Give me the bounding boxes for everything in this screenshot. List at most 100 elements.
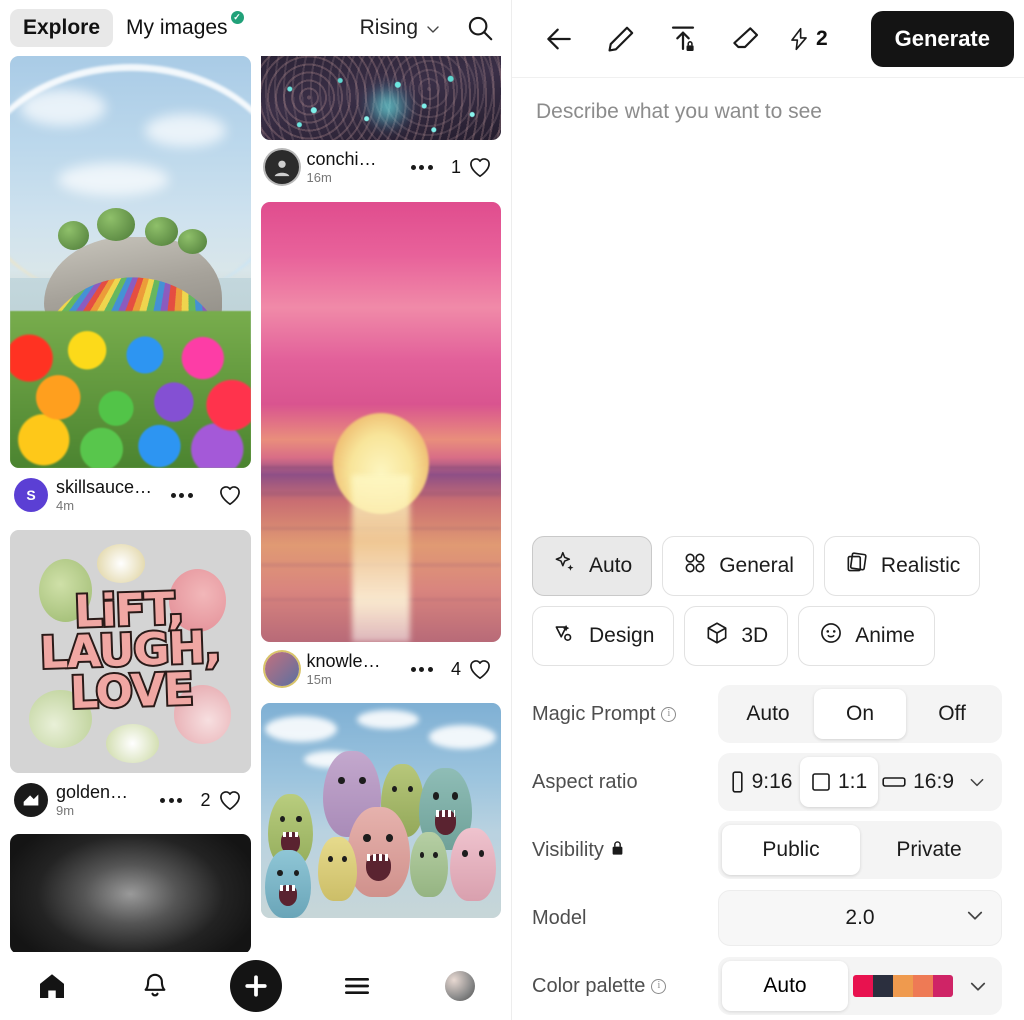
tab-explore[interactable]: Explore [10,9,114,47]
color-palette-segmented: Auto [718,957,1002,1015]
card-more-options-icon[interactable] [150,797,192,803]
info-icon[interactable]: i [661,706,677,722]
model-value: 2.0 [845,906,875,929]
magic-prompt-option-off[interactable]: Off [906,689,998,739]
card-image[interactable] [10,834,251,955]
visibility-option-private[interactable]: Private [860,825,998,875]
nav-bell-icon[interactable] [127,958,183,1014]
landscape-rect-icon [882,774,906,790]
info-icon[interactable]: i [651,978,667,994]
four-petal-icon [682,550,708,582]
avatar[interactable]: S [14,478,48,513]
style-chip-design[interactable]: Design [532,606,675,666]
sort-dropdown[interactable]: Rising [360,16,439,40]
aspect-ratio-option-16-9-label: 16:9 [913,770,954,793]
nav-create-button[interactable] [229,960,282,1012]
app-root: Explore My images ✓ Rising S skillsauce…… [0,0,1024,1020]
style-chip-realistic[interactable]: Realistic [823,536,981,596]
setting-row-model: Model 2.0 [532,884,1002,952]
aspect-ratio-option-16-9[interactable]: 16:9 [878,757,958,807]
aspect-ratio-chevron-down-icon[interactable] [958,757,996,807]
card-like-control[interactable]: 2 [200,787,246,813]
feed-card[interactable] [260,703,501,919]
feed-card[interactable]: LiFT, LAUGH, LOVE golden… 9m 2 [10,529,251,825]
feed-card[interactable]: S skillsauce… 4m [10,56,251,520]
card-more-options-icon[interactable] [401,666,443,672]
card-username[interactable]: skillsauce… [56,477,153,497]
color-palette-chevron-down-icon[interactable] [958,976,998,996]
card-like-control[interactable]: 4 [451,656,497,682]
artwork-pink-sunset [260,201,501,642]
prompt-input[interactable]: Describe what you want to see [512,78,1024,536]
feed-card[interactable]: knowle… 15m 4 [260,201,501,694]
credits-count: 2 [816,26,828,50]
card-image[interactable] [260,56,501,140]
card-more-options-icon[interactable] [161,492,203,498]
magic-prompt-option-on[interactable]: On [814,689,906,739]
card-image[interactable] [260,703,501,919]
visibility-control: Public Private [718,821,1002,879]
card-more-options-icon[interactable] [401,164,443,170]
generate-button[interactable]: Generate [870,10,1014,67]
credits-indicator[interactable]: 2 [786,26,828,52]
model-select[interactable]: 2.0 [718,890,1002,946]
card-username[interactable]: golden… [56,782,142,802]
generator-pane: 2 Generate Describe what you want to see… [512,0,1024,1020]
heart-icon[interactable] [467,656,493,682]
card-like-control[interactable]: 1 [451,154,497,180]
visibility-label: Visibility [532,838,604,861]
magic-prompt-option-auto[interactable]: Auto [722,689,814,739]
color-palette-option-auto[interactable]: Auto [722,961,848,1011]
model-chevron-down-icon [965,905,985,931]
aspect-ratio-label-wrap: Aspect ratio [532,771,718,794]
card-image[interactable] [260,201,501,642]
avatar[interactable] [264,652,299,687]
color-palette-control: Auto [718,957,1002,1015]
card-image[interactable]: LiFT, LAUGH, LOVE [10,529,251,773]
card-like-control[interactable] [211,482,247,508]
feed-column-left: S skillsauce… 4m LiFT, LAUGH, LOVE golde… [10,56,251,1020]
card-image[interactable] [10,56,251,468]
upload-locked-icon[interactable] [654,13,712,65]
card-timestamp: 16m [306,170,332,186]
heart-icon[interactable] [467,154,493,180]
style-chip-3d[interactable]: 3D [684,606,789,666]
pencil-icon[interactable] [592,13,650,65]
eraser-icon[interactable] [716,13,774,65]
visibility-option-public[interactable]: Public [722,825,860,875]
style-chip-general[interactable]: General [662,536,814,596]
search-icon[interactable] [463,11,497,45]
feed-card[interactable]: conchi… 16m 1 [260,56,502,192]
feed-card[interactable] [10,834,251,955]
back-arrow-icon[interactable] [530,13,588,65]
artwork-dark-gradient [10,834,251,955]
nav-home-icon[interactable] [24,958,80,1014]
style-chip-anime[interactable]: Anime [798,606,935,666]
square-rect-icon [811,772,831,792]
tab-my-images[interactable]: My images ✓ [113,9,244,47]
avatar[interactable] [14,783,48,818]
avatar[interactable] [264,150,299,185]
aspect-ratio-option-9-16[interactable]: 9:16 [722,757,800,807]
nav-profile-avatar[interactable] [432,958,488,1014]
model-label: Model [532,906,587,929]
magic-prompt-label: Magic Prompt [532,702,656,725]
nav-menu-icon[interactable] [329,958,385,1014]
color-palette-swatch[interactable] [853,975,953,997]
style-chip-anime-label: Anime [855,624,915,647]
card-meta: conchi… 16m 1 [261,140,502,192]
heart-icon[interactable] [217,787,243,813]
anime-face-icon [818,620,844,652]
card-username[interactable]: knowle… [307,651,393,671]
style-chip-auto[interactable]: Auto [532,536,653,596]
card-username[interactable]: conchi… [307,149,393,169]
visibility-label-wrap: Visibility [532,839,718,862]
aspect-ratio-segmented: 9:16 1:1 16:9 [718,753,1002,811]
card-meta: golden… 9m 2 [10,773,251,825]
feed-masonry[interactable]: S skillsauce… 4m LiFT, LAUGH, LOVE golde… [0,56,511,1020]
card-like-count: 4 [450,658,461,679]
bottom-nav [0,952,511,1020]
heart-icon[interactable] [217,482,243,508]
generator-toolbar: 2 Generate [512,0,1024,78]
aspect-ratio-option-1-1[interactable]: 1:1 [800,757,879,807]
